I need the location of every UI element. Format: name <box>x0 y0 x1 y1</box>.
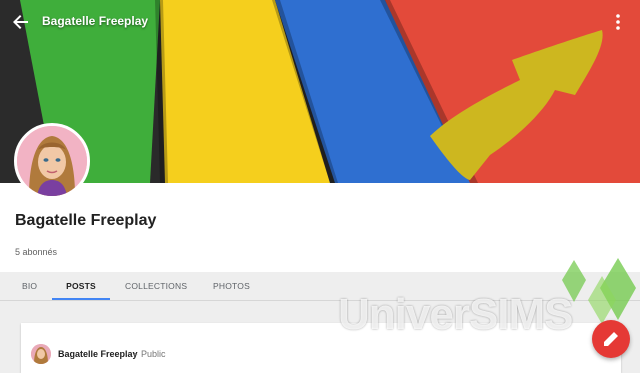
back-button[interactable] <box>10 11 32 33</box>
post-visibility: Public <box>141 349 166 359</box>
chevron-right-icon: ▸ <box>134 351 138 358</box>
post-avatar-image <box>31 344 51 364</box>
tab-posts[interactable]: POSTS <box>52 272 110 300</box>
post-author-avatar[interactable] <box>31 344 51 364</box>
avatar-image <box>17 126 87 196</box>
profile-tabs: BIO POSTS COLLECTIONS PHOTOS <box>0 272 640 301</box>
page-title: Bagatelle Freeplay <box>42 14 149 28</box>
pencil-icon <box>604 332 618 346</box>
post-card[interactable]: Bagatelle Freeplay ▸ Public <box>21 323 621 373</box>
more-vert-icon <box>616 14 620 30</box>
tab-collections[interactable]: COLLECTIONS <box>125 272 187 300</box>
followers-count[interactable]: 5 abonnés <box>15 247 57 257</box>
post-author-name[interactable]: Bagatelle Freeplay <box>58 349 138 359</box>
tab-bio[interactable]: BIO <box>22 272 37 300</box>
profile-name: Bagatelle Freeplay <box>15 212 157 229</box>
more-options-button[interactable] <box>610 12 626 32</box>
create-post-fab[interactable] <box>592 320 630 358</box>
profile-avatar[interactable] <box>14 123 90 199</box>
arrow-back-icon <box>13 15 28 29</box>
top-app-bar: Bagatelle Freeplay <box>0 0 640 44</box>
tab-photos[interactable]: PHOTOS <box>213 272 250 300</box>
